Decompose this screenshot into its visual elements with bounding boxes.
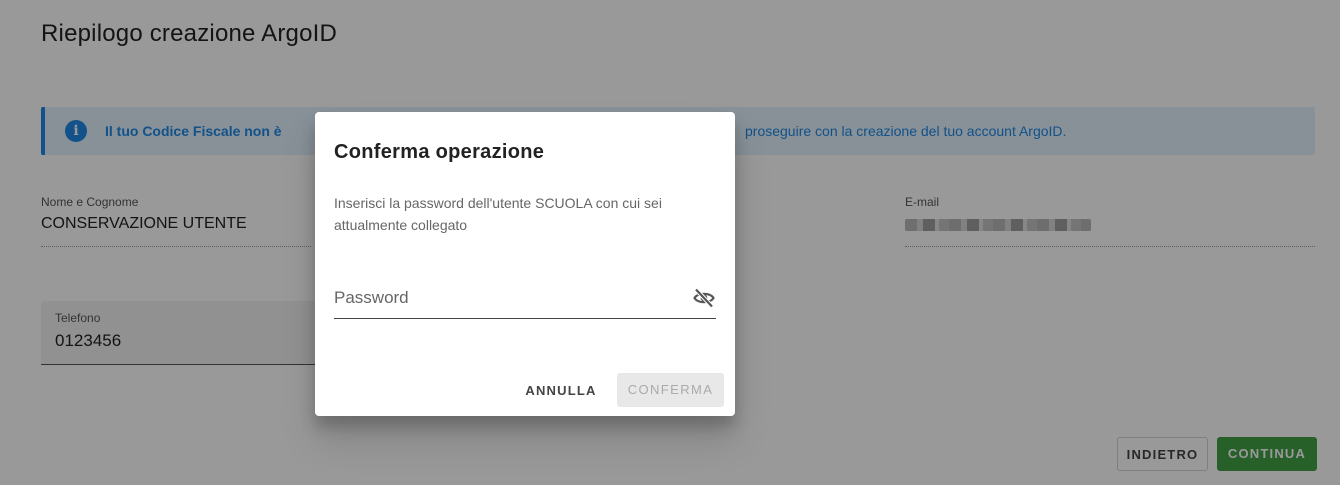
confirm-button[interactable]: CONFERMA (617, 373, 724, 407)
dialog-title: Conferma operazione (334, 141, 545, 163)
password-input[interactable] (334, 285, 674, 311)
cancel-button[interactable]: ANNULLA (515, 374, 607, 408)
eye-off-icon[interactable] (692, 286, 716, 310)
dialog-message: Inserisci la password dell'utente SCUOLA… (334, 195, 662, 233)
confirm-dialog: Conferma operazione Inserisci la passwor… (315, 112, 735, 416)
password-field[interactable] (334, 277, 716, 319)
